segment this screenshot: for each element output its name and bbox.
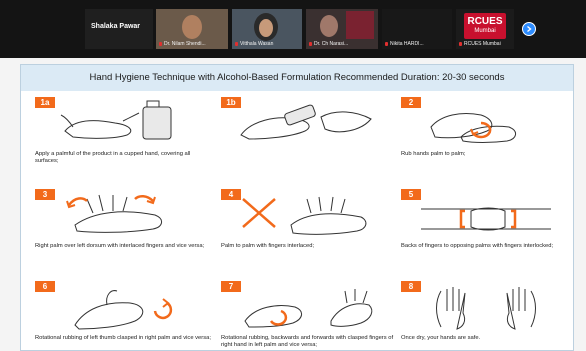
participant-video: [182, 15, 202, 39]
step-badge: 1b: [221, 97, 241, 108]
step-caption: Rub hands palm to palm;: [401, 151, 466, 157]
step-illustration: 5: [401, 189, 571, 241]
participant-tile[interactable]: Dr. Ch Narasi...: [306, 9, 378, 49]
step-illustration: 6: [35, 281, 205, 333]
step-badge: 1a: [35, 97, 55, 108]
mic-muted-icon: [459, 41, 462, 46]
participant-video: [320, 15, 338, 37]
next-participants-button[interactable]: [522, 22, 536, 36]
participant-name: Nikita HARDI...: [390, 41, 424, 47]
step-illustration: 3: [35, 189, 205, 241]
mic-muted-icon: [309, 41, 312, 46]
rcues-logo: RCUES Mumbai: [464, 13, 506, 39]
step-badge: 2: [401, 97, 421, 108]
mic-muted-icon: [385, 41, 388, 46]
shared-screen: Hand Hygiene Technique with Alcohol-Base…: [0, 58, 586, 351]
step-badge: 4: [221, 189, 241, 200]
mic-muted-icon: [159, 41, 162, 46]
participant-tile[interactable]: Vitthala Wasan: [232, 9, 302, 49]
participant-name: Vitthala Wasan: [240, 41, 274, 47]
step-illustration: 7: [221, 281, 391, 333]
step-caption: Rotational rubbing of left thumb clasped…: [35, 335, 211, 341]
participant-tile[interactable]: Dr. Nilam Shendi...: [156, 9, 228, 49]
step-illustration: 1a: [35, 97, 205, 149]
participant-name: RCUES Mumbai: [464, 41, 501, 47]
poster-title: Hand Hygiene Technique with Alcohol-Base…: [21, 65, 573, 91]
participant-tile[interactable]: Nikita HARDI...: [382, 9, 452, 49]
step-illustration: 1b: [221, 97, 391, 149]
step-illustration: 4: [221, 189, 391, 241]
step-badge: 5: [401, 189, 421, 200]
host-name: Shalaka Pawar: [91, 23, 141, 30]
step-badge: 7: [221, 281, 241, 292]
step-caption: Once dry, your hands are safe.: [401, 335, 481, 341]
hand-hygiene-poster: Hand Hygiene Technique with Alcohol-Base…: [20, 64, 574, 351]
step-illustration: 2: [401, 97, 571, 149]
next-arrow-icon: [527, 25, 532, 33]
step-caption: Backs of fingers to opposing palms with …: [401, 243, 554, 249]
participant-name: Dr. Nilam Shendi...: [164, 41, 206, 47]
step-badge: 6: [35, 281, 55, 292]
step-badge: 8: [401, 281, 421, 292]
step-caption: Right palm over left dorsum with interla…: [35, 243, 205, 249]
step-illustration: 8: [401, 281, 571, 333]
step-caption: Apply a palmful of the product in a cupp…: [35, 151, 191, 164]
participant-tile[interactable]: RCUES Mumbai RCUES Mumbai: [456, 9, 514, 49]
mic-muted-icon: [235, 41, 238, 46]
step-caption: Palm to palm with fingers interlaced;: [221, 243, 315, 249]
participant-name: Dr. Ch Narasi...: [314, 41, 349, 47]
step-caption: Rotational rubbing, backwards and forwar…: [221, 335, 394, 348]
participant-strip: Shalaka Pawar Dr. Nilam Shendi... Vittha…: [0, 0, 586, 58]
participant-tile-host[interactable]: Shalaka Pawar: [85, 9, 153, 49]
step-badge: 3: [35, 189, 55, 200]
